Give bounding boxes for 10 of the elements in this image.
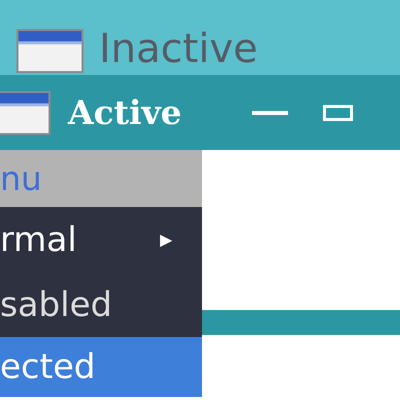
window-icon xyxy=(15,29,85,73)
menu-item[interactable]: rmal ▶ xyxy=(0,207,202,272)
window-title: Inactive xyxy=(99,25,258,73)
minimize-button[interactable] xyxy=(252,110,288,114)
menu-item[interactable]: ected xyxy=(0,337,202,397)
submenu-arrow-icon: ▶ xyxy=(160,230,172,249)
window-icon xyxy=(0,90,52,134)
maximize-button[interactable] xyxy=(322,104,353,120)
window-title: Active xyxy=(68,93,182,132)
menu-title: nu xyxy=(0,150,202,207)
